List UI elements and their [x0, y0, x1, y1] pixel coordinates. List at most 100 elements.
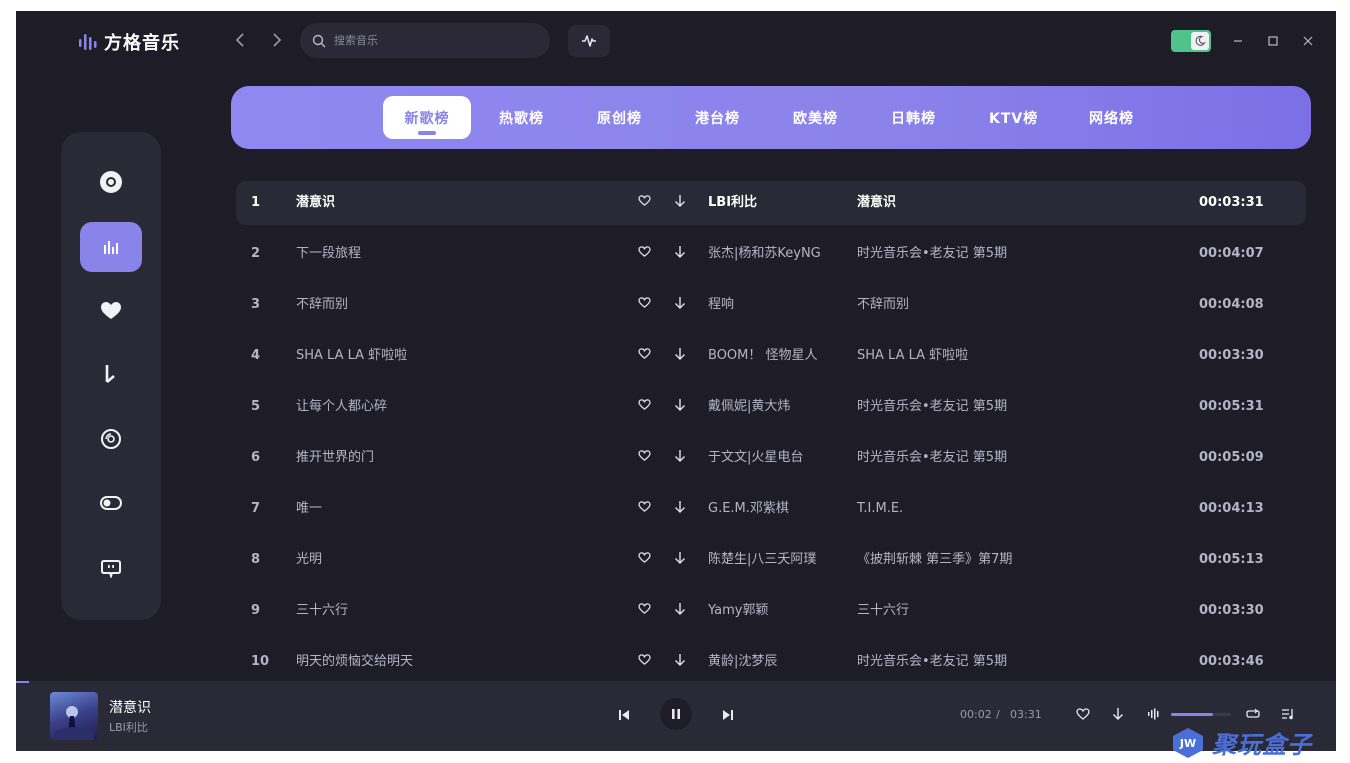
song-row[interactable]: 8 光明 陈楚生|八三夭阿璞 《披荆斩棘 第三季》第7期 00:05:13 [236, 538, 1306, 582]
minimize-button[interactable] [1227, 30, 1249, 52]
song-duration: 00:04:07 [1199, 246, 1264, 261]
song-row[interactable]: 9 三十六行 Yamy郭颖 三十六行 00:03:30 [236, 589, 1306, 633]
loop-mode-button[interactable] [1244, 705, 1262, 723]
song-artist[interactable]: 程响 [708, 283, 734, 327]
like-button[interactable] [638, 501, 651, 516]
download-button[interactable] [674, 245, 686, 263]
sidebar-item-charts[interactable] [80, 222, 142, 272]
song-album[interactable]: 《披荆斩棘 第三季》第7期 [857, 538, 1012, 582]
song-row[interactable]: 2 下一段旅程 张杰|杨和苏KeyNG 时光音乐会•老友记 第5期 00:04:07 [236, 232, 1306, 276]
player-like-button[interactable] [1074, 705, 1092, 723]
song-title[interactable]: 潜意识 [296, 181, 335, 225]
song-album[interactable]: SHA LA LA 虾啦啦 [857, 334, 968, 378]
like-button[interactable] [638, 348, 651, 363]
maximize-button[interactable] [1262, 30, 1284, 52]
search-input[interactable] [332, 33, 536, 48]
song-title[interactable]: 光明 [296, 538, 322, 582]
close-button[interactable] [1297, 30, 1319, 52]
album-cover[interactable] [50, 692, 98, 740]
download-button[interactable] [674, 449, 686, 467]
sidebar-item-settings[interactable] [80, 478, 142, 528]
tab-hot-songs[interactable]: 热歌榜 [499, 96, 544, 139]
song-title[interactable]: 明天的烦恼交给明天 [296, 640, 413, 684]
song-title[interactable]: 唯一 [296, 487, 322, 531]
song-row[interactable]: 6 推开世界的门 于文文|火星电台 时光音乐会•老友记 第5期 00:05:09 [236, 436, 1306, 480]
song-row[interactable]: 1 潜意识 LBI利比 潜意识 00:03:31 [236, 181, 1306, 225]
theme-toggle[interactable] [1171, 30, 1211, 52]
song-title[interactable]: 下一段旅程 [296, 232, 361, 276]
song-row[interactable]: 3 不辞而别 程响 不辞而别 00:04:08 [236, 283, 1306, 327]
download-button[interactable] [674, 194, 686, 212]
sidebar-item-music[interactable] [80, 350, 142, 400]
song-artist[interactable]: Yamy郭颖 [708, 589, 768, 633]
tab-jp-kr[interactable]: 日韩榜 [891, 96, 936, 139]
song-title[interactable]: 推开世界的门 [296, 436, 374, 480]
forward-button[interactable] [266, 29, 288, 51]
song-album[interactable]: 时光音乐会•老友记 第5期 [857, 232, 1007, 276]
song-artist[interactable]: G.E.M.邓紫棋 [708, 487, 789, 531]
search-box[interactable] [300, 23, 550, 58]
previous-button[interactable] [614, 705, 634, 725]
like-button[interactable] [638, 450, 651, 465]
like-button[interactable] [638, 195, 651, 210]
like-button[interactable] [638, 552, 651, 567]
volume-button[interactable] [1145, 705, 1163, 723]
audio-wave-button[interactable] [568, 25, 610, 57]
song-album[interactable]: 三十六行 [857, 589, 909, 633]
heart-outline-icon [638, 654, 651, 665]
download-button[interactable] [674, 398, 686, 416]
song-row[interactable]: 5 让每个人都心碎 戴佩妮|黄大炜 时光音乐会•老友记 第5期 00:05:31 [236, 385, 1306, 429]
song-row[interactable]: 10 明天的烦恼交给明天 黄龄|沈梦辰 时光音乐会•老友记 第5期 00:03:46 [236, 640, 1306, 684]
download-icon [675, 348, 685, 360]
next-button[interactable] [718, 705, 738, 725]
song-album[interactable]: 时光音乐会•老友记 第5期 [857, 385, 1007, 429]
song-artist[interactable]: 于文文|火星电台 [708, 436, 803, 480]
sidebar-item-discover[interactable] [80, 157, 142, 207]
tab-hk-tw[interactable]: 港台榜 [695, 96, 740, 139]
pause-button[interactable] [660, 698, 692, 730]
song-album[interactable]: 时光音乐会•老友记 第5期 [857, 640, 1007, 684]
song-row[interactable]: 4 SHA LA LA 虾啦啦 BOOM！ 怪物星人 SHA LA LA 虾啦啦 00:… [236, 334, 1306, 378]
like-button[interactable] [638, 246, 651, 261]
song-title[interactable]: 让每个人都心碎 [296, 385, 387, 429]
sidebar-item-albums[interactable] [80, 414, 142, 464]
sidebar-item-bilibili[interactable] [80, 542, 142, 592]
song-artist[interactable]: LBI利比 [708, 181, 757, 225]
tab-ktv[interactable]: KTV榜 [989, 96, 1038, 139]
song-artist[interactable]: 张杰|杨和苏KeyNG [708, 232, 821, 276]
download-button[interactable] [674, 653, 686, 671]
like-button[interactable] [638, 654, 651, 669]
playback-progress-bar[interactable] [16, 681, 1336, 683]
song-artist[interactable]: BOOM！ 怪物星人 [708, 334, 818, 378]
song-title[interactable]: 三十六行 [296, 589, 348, 633]
song-artist[interactable]: 黄龄|沈梦辰 [708, 640, 777, 684]
tab-original[interactable]: 原创榜 [597, 96, 642, 139]
like-button[interactable] [638, 603, 651, 618]
back-button[interactable] [229, 29, 251, 51]
download-button[interactable] [674, 296, 686, 314]
tab-western[interactable]: 欧美榜 [793, 96, 838, 139]
song-album[interactable]: 时光音乐会•老友记 第5期 [857, 436, 1007, 480]
player-download-button[interactable] [1109, 705, 1127, 723]
song-title[interactable]: 不辞而别 [296, 283, 348, 327]
song-album[interactable]: 不辞而别 [857, 283, 909, 327]
song-row[interactable]: 7 唯一 G.E.M.邓紫棋 T.I.M.E. 00:04:13 [236, 487, 1306, 531]
song-album[interactable]: T.I.M.E. [857, 487, 903, 531]
song-artist[interactable]: 陈楚生|八三夭阿璞 [708, 538, 816, 582]
like-button[interactable] [638, 297, 651, 312]
tab-new-songs[interactable]: 新歌榜 [383, 96, 471, 139]
like-button[interactable] [638, 399, 651, 414]
song-album[interactable]: 潜意识 [857, 181, 896, 225]
volume-slider[interactable] [1171, 713, 1231, 716]
song-title[interactable]: SHA LA LA 虾啦啦 [296, 334, 407, 378]
sidebar-item-favorites[interactable] [80, 286, 142, 336]
download-button[interactable] [674, 551, 686, 569]
download-button[interactable] [674, 500, 686, 518]
download-button[interactable] [674, 347, 686, 365]
tab-network[interactable]: 网络榜 [1089, 96, 1134, 139]
download-button[interactable] [674, 602, 686, 620]
song-artist[interactable]: 戴佩妮|黄大炜 [708, 385, 790, 429]
heart-outline-icon [638, 501, 651, 512]
playlist-button[interactable] [1279, 705, 1297, 723]
song-duration: 00:03:30 [1199, 603, 1264, 618]
